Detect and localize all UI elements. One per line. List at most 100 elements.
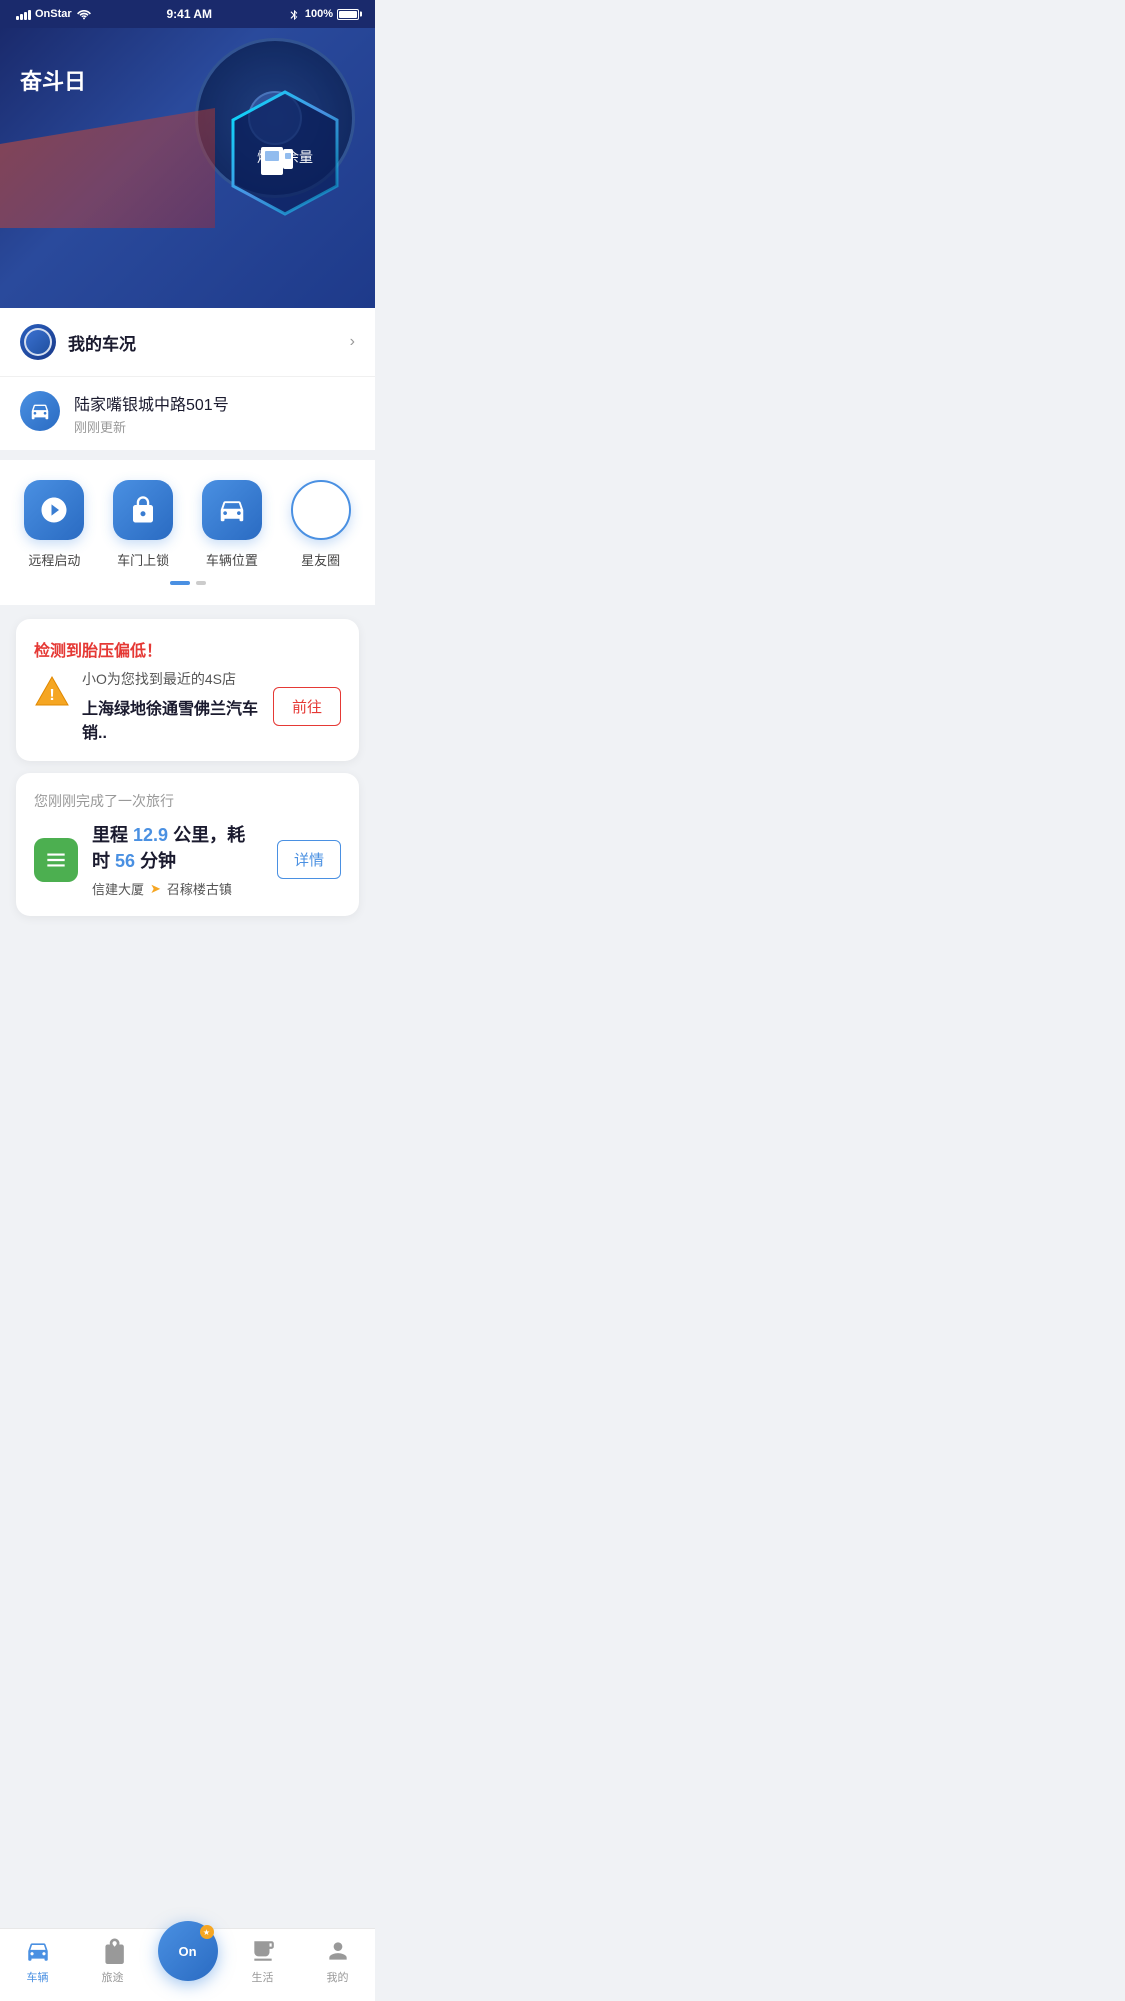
status-left: OnStar xyxy=(16,8,92,20)
fuel-hexagon: 燃油余量 xyxy=(225,88,345,218)
alert-text-area: 小O为您找到最近的4S店 上海绿地徐通雪佛兰汽车销.. xyxy=(82,669,261,743)
vehicle-location-icon xyxy=(217,495,247,525)
vehicle-location-icon-wrap xyxy=(202,480,262,540)
remote-start-icon-wrap xyxy=(24,480,84,540)
pagination-dots xyxy=(0,569,375,589)
location-section: 陆家嘴银城中路501号 刚刚更新 xyxy=(0,377,375,450)
page-title: 奋斗日 xyxy=(20,64,86,96)
trip-body: 里程 12.9 公里，耗时 56 分钟 信建大厦 ➤ 召稼楼古镇 详情 xyxy=(34,821,341,898)
action-vehicle-location[interactable]: 车辆位置 xyxy=(202,480,262,569)
remote-start-icon xyxy=(39,495,69,525)
nav-life-svg-icon xyxy=(250,1938,276,1964)
star-circle-icon-wrap xyxy=(291,480,351,540)
location-text: 陆家嘴银城中路501号 刚刚更新 xyxy=(74,391,229,436)
nav-item-center[interactable]: ★ On xyxy=(150,1941,225,1981)
trip-to: 召稼楼古镇 xyxy=(167,879,232,898)
nav-life-label: 生活 xyxy=(252,1969,274,1985)
buick-logo xyxy=(20,324,56,360)
door-lock-label: 车门上锁 xyxy=(117,550,169,569)
nav-item-vehicle[interactable]: 车辆 xyxy=(0,1937,75,1985)
bluetooth-icon xyxy=(287,8,301,20)
vehicle-status-title: 我的车况 xyxy=(68,335,136,354)
bottom-spacer xyxy=(0,930,375,1020)
nav-life-icon xyxy=(249,1937,277,1965)
signal-bar-4 xyxy=(28,10,31,20)
vehicle-status-section[interactable]: 我的车况 › xyxy=(0,308,375,377)
trip-stats-prefix: 里程 xyxy=(92,825,128,845)
alert-title: 检测到胎压偏低！ xyxy=(34,637,341,661)
carrier-name: OnStar xyxy=(35,8,72,20)
nav-item-mine[interactable]: 我的 xyxy=(300,1937,375,1985)
trip-duration-unit: 分钟 xyxy=(140,851,176,871)
location-update-time: 刚刚更新 xyxy=(74,417,229,436)
trip-icon-wrap xyxy=(34,838,78,882)
trip-header: 您刚刚完成了一次旅行 xyxy=(34,791,341,811)
nav-item-trip[interactable]: 旅途 xyxy=(75,1937,150,1985)
trip-card: 您刚刚完成了一次旅行 里程 12.9 公里，耗时 56 分钟 信建大厦 ➤ xyxy=(16,773,359,916)
cards-section: 检测到胎压偏低！ ! 小O为您找到最近的4S店 上海绿地徐通雪佛兰汽车销.. 前… xyxy=(0,605,375,930)
status-bar: OnStar 9:41 AM 100% xyxy=(0,0,375,28)
alert-body: ! 小O为您找到最近的4S店 上海绿地徐通雪佛兰汽车销.. 前往 xyxy=(34,669,341,743)
warning-icon: ! xyxy=(34,673,70,709)
trip-info: 里程 12.9 公里，耗时 56 分钟 信建大厦 ➤ 召稼楼古镇 xyxy=(92,821,263,898)
svg-text:!: ! xyxy=(49,687,54,704)
status-time: 9:41 AM xyxy=(166,7,212,21)
signal-bar-1 xyxy=(16,16,19,20)
trip-icon xyxy=(43,847,69,873)
door-lock-icon-wrap xyxy=(113,480,173,540)
hex-content: 燃油余量 xyxy=(257,139,313,167)
car-icon xyxy=(29,400,51,422)
quick-actions: 远程启动 车门上锁 车辆位置 星友圈 xyxy=(0,460,375,605)
alert-card: 检测到胎压偏低！ ! 小O为您找到最近的4S店 上海绿地徐通雪佛兰汽车销.. 前… xyxy=(16,619,359,761)
nav-car-icon xyxy=(25,1938,51,1964)
remote-start-label: 远程启动 xyxy=(28,550,80,569)
car-body-detail xyxy=(0,108,215,228)
nav-vehicle-icon xyxy=(24,1937,52,1965)
action-door-lock[interactable]: 车门上锁 xyxy=(113,480,173,569)
star-circle-label: 星友圈 xyxy=(301,550,340,569)
trip-stats: 里程 12.9 公里，耗时 56 分钟 xyxy=(92,821,263,873)
action-star-circle[interactable]: 星友圈 xyxy=(291,480,351,569)
nav-vehicle-label: 车辆 xyxy=(27,1969,49,1985)
trip-route: 信建大厦 ➤ 召稼楼古镇 xyxy=(92,879,263,898)
battery-percent: 100% xyxy=(305,8,333,20)
signal-bars xyxy=(16,8,31,20)
bottom-nav: 车辆 旅途 ★ On 生活 我的 xyxy=(0,1928,375,2001)
nav-trip-icon xyxy=(99,1937,127,1965)
vehicle-status-text: 我的车况 xyxy=(68,330,338,355)
signal-bar-3 xyxy=(24,12,27,20)
triangle-warning-icon: ! xyxy=(34,673,70,709)
trip-arrow-icon: ➤ xyxy=(150,881,161,897)
trip-duration: 56 xyxy=(115,851,135,871)
vehicle-status-chevron: › xyxy=(350,333,355,351)
nav-center-button[interactable]: ★ On xyxy=(158,1921,218,1981)
door-lock-icon xyxy=(128,495,158,525)
trip-detail-button[interactable]: 详情 xyxy=(277,840,341,879)
alert-shop-name: 上海绿地徐通雪佛兰汽车销.. xyxy=(82,695,261,743)
nav-mine-svg-icon xyxy=(325,1938,351,1964)
quick-actions-grid: 远程启动 车门上锁 车辆位置 星友圈 xyxy=(0,480,375,569)
nav-mine-label: 我的 xyxy=(327,1969,349,1985)
trip-distance: 12.9 xyxy=(133,825,168,845)
hex-border: 燃油余量 xyxy=(225,88,345,218)
dot-inactive xyxy=(196,581,206,585)
alert-sub-text: 小O为您找到最近的4S店 xyxy=(82,669,261,689)
vehicle-location-label: 车辆位置 xyxy=(206,550,258,569)
battery-icon xyxy=(337,9,359,20)
hero-section: 奋斗日 xyxy=(0,28,375,308)
nav-item-life[interactable]: 生活 xyxy=(225,1937,300,1985)
star-circle-icon xyxy=(306,495,336,525)
nav-trip-svg-icon xyxy=(100,1938,126,1964)
center-on-text: On xyxy=(178,1945,196,1958)
status-right: 100% xyxy=(287,8,359,20)
buick-logo-inner xyxy=(24,328,52,356)
location-address: 陆家嘴银城中路501号 xyxy=(74,391,229,415)
center-star-badge: ★ xyxy=(200,1925,214,1939)
dot-active xyxy=(170,581,190,585)
action-remote-start[interactable]: 远程启动 xyxy=(24,480,84,569)
alert-go-button[interactable]: 前往 xyxy=(273,687,341,726)
nav-mine-icon xyxy=(324,1937,352,1965)
trip-from: 信建大厦 xyxy=(92,879,144,898)
battery-fill xyxy=(339,11,357,18)
signal-bar-2 xyxy=(20,14,23,20)
